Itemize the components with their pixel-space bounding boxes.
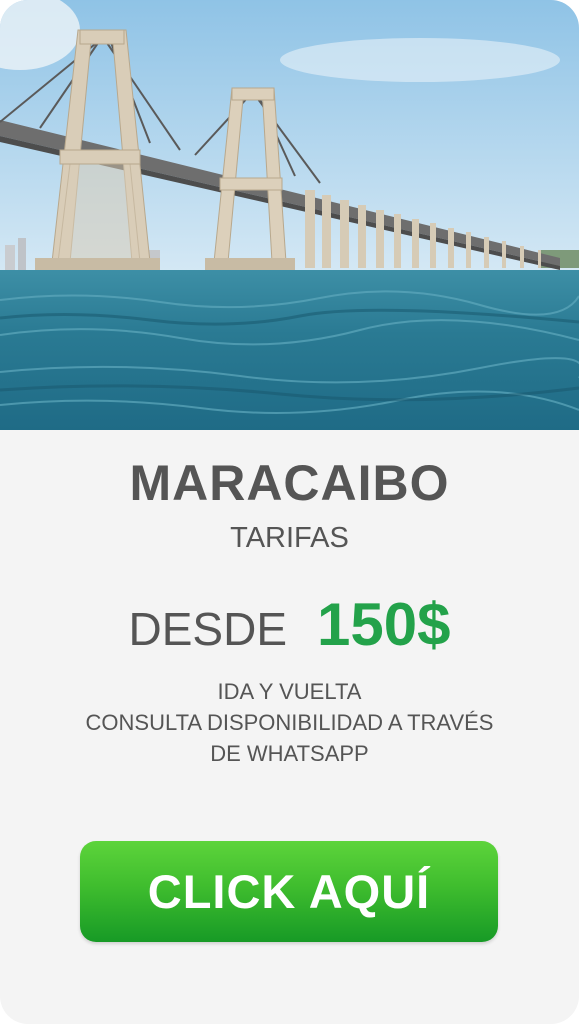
bridge-photo: [0, 0, 579, 430]
price-amount: 150$: [317, 591, 451, 658]
card-content: MARACAIBO TARIFAS DESDE 150$ IDA Y VUELT…: [0, 430, 579, 1024]
price-prefix: DESDE: [128, 603, 287, 655]
hero-image: [0, 0, 579, 430]
promo-card: MARACAIBO TARIFAS DESDE 150$ IDA Y VUELT…: [0, 0, 579, 1024]
click-here-label: CLICK AQUÍ: [147, 865, 431, 918]
info-line: CONSULTA DISPONIBILIDAD A TRAVÉS: [85, 710, 494, 735]
info-line: IDA Y VUELTA: [217, 679, 362, 704]
info-line: DE WHATSAPP: [210, 741, 369, 766]
city-title: MARACAIBO: [129, 455, 450, 511]
price-row: DESDE 150$: [0, 590, 579, 659]
info-text: IDA Y VUELTA CONSULTA DISPONIBILIDAD A T…: [0, 676, 579, 769]
click-here-button[interactable]: CLICK AQUÍ: [80, 841, 498, 942]
subtitle: TARIFAS: [230, 522, 349, 554]
